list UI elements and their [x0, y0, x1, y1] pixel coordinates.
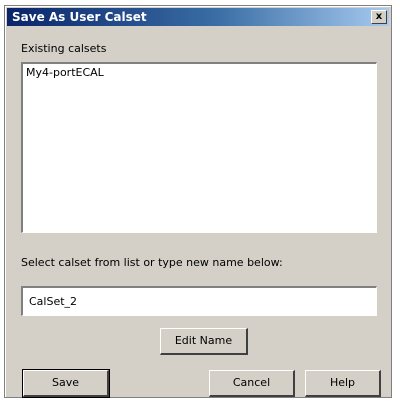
- close-icon: x: [375, 11, 383, 22]
- save-button[interactable]: Save: [22, 369, 110, 398]
- calset-name-input[interactable]: [21, 286, 377, 316]
- window-title: Save As User Calset: [12, 10, 147, 24]
- list-item[interactable]: My4-portECAL: [26, 66, 373, 80]
- title-bar: Save As User Calset x: [7, 8, 389, 26]
- help-button[interactable]: Help: [305, 370, 381, 397]
- save-as-user-calset-dialog: Save As User Calset x Existing calsets M…: [4, 5, 392, 398]
- existing-calsets-list[interactable]: My4-portECAL: [21, 62, 377, 233]
- edit-name-button[interactable]: Edit Name: [160, 328, 248, 355]
- close-button[interactable]: x: [371, 10, 387, 24]
- instruction-label: Select calset from list or type new name…: [21, 256, 283, 269]
- existing-calsets-label: Existing calsets: [21, 42, 107, 55]
- cancel-button[interactable]: Cancel: [209, 370, 295, 397]
